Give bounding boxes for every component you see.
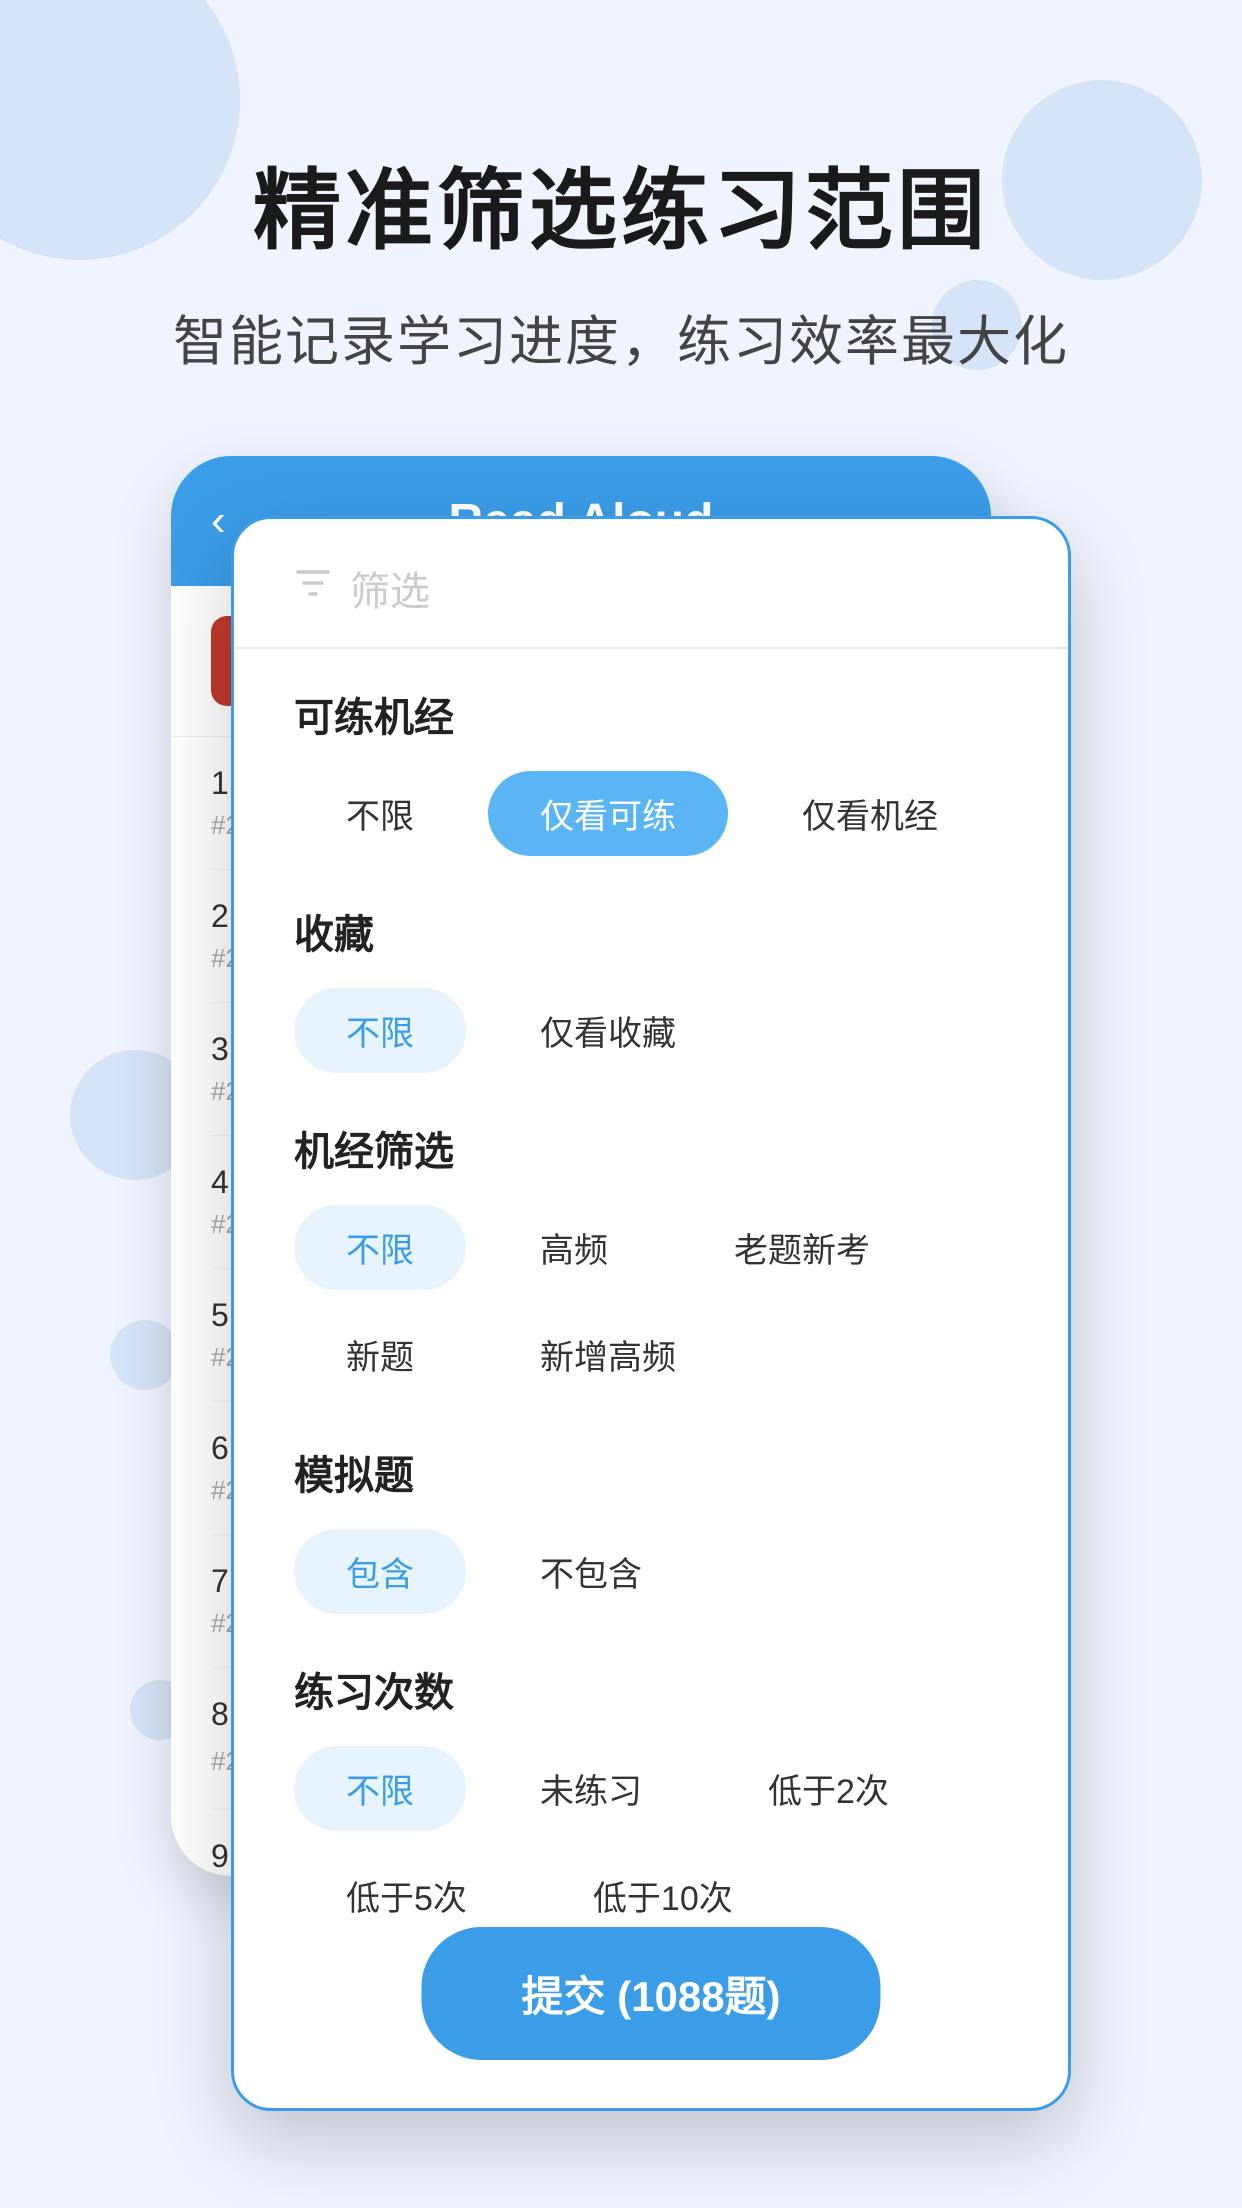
submit-button[interactable]: 提交 (1088题) (421, 1927, 880, 2060)
filter-btn-jinkekelijin[interactable]: 仅看可练 (488, 771, 728, 856)
filter-btn-diyu2[interactable]: 低于2次 (716, 1746, 941, 1831)
filter-btn-xinti[interactable]: 新题 (294, 1312, 466, 1397)
section-title-shoucang: 收藏 (294, 902, 1008, 960)
filter-btn-jinkanji[interactable]: 仅看机经 (750, 771, 990, 856)
filter-header: 筛选 (234, 519, 1068, 648)
filter-btn-diyu10[interactable]: 低于10次 (541, 1853, 785, 1938)
filter-options-moniti: 包含 不包含 (294, 1529, 1008, 1614)
section-title-cishu: 练习次数 (294, 1660, 1008, 1718)
filter-btn-gaopin[interactable]: 高频 (488, 1205, 660, 1290)
phone-container: ‹ Read Aloud RA 已选题目 1. Book ch... #213 … (171, 456, 1071, 2106)
page-header: 精准筛选练习范围 智能记录学习进度，练习效率最大化 (0, 0, 1242, 376)
section-title-kelijing: 可练机经 (294, 685, 1008, 743)
filter-btn-buxian[interactable]: 不限 (294, 771, 466, 856)
filter-options-shoucang: 不限 仅看收藏 (294, 988, 1008, 1073)
filter-btn-jinkanshoucang[interactable]: 仅看收藏 (488, 988, 728, 1073)
filter-btn-buxian-jj[interactable]: 不限 (294, 1205, 466, 1290)
filter-options-cishu: 不限 未练习 低于2次 低于5次 低于10次 (294, 1746, 1008, 1938)
filter-btn-diyu5[interactable]: 低于5次 (294, 1853, 519, 1938)
filter-section-cishu: 练习次数 不限 未练习 低于2次 低于5次 低于10次 (234, 1624, 1068, 1938)
page-subtitle: 智能记录学习进度，练习效率最大化 (0, 297, 1242, 376)
filter-btn-baoh[interactable]: 包含 (294, 1529, 466, 1614)
filter-btn-weilian[interactable]: 未练习 (488, 1746, 694, 1831)
filter-btn-bubaoh[interactable]: 不包含 (488, 1529, 694, 1614)
filter-btn-laotixinkao[interactable]: 老题新考 (682, 1205, 922, 1290)
filter-section-jijing: 机经筛选 不限 高频 老题新考 新题 新增高频 (234, 1083, 1068, 1397)
section-title-moniti: 模拟题 (294, 1443, 1008, 1501)
filter-section-moniti: 模拟题 包含 不包含 (234, 1407, 1068, 1614)
filter-modal: 筛选 可练机经 不限 仅看可练 仅看机经 收藏 不限 仅看收藏 机经筛选 不限 (231, 516, 1071, 2111)
back-icon[interactable]: ‹ (211, 496, 226, 546)
page-title: 精准筛选练习范围 (0, 140, 1242, 267)
filter-icon (294, 564, 332, 612)
filter-options-kelijing: 不限 仅看可练 仅看机经 (294, 771, 1008, 856)
section-title-jijing: 机经筛选 (294, 1119, 1008, 1177)
filter-btn-buxian-sc[interactable]: 不限 (294, 988, 466, 1073)
filter-section-shoucang: 收藏 不限 仅看收藏 (234, 866, 1068, 1073)
filter-options-jijing: 不限 高频 老题新考 新题 新增高频 (294, 1205, 1008, 1397)
filter-btn-xinzenggaopin[interactable]: 新增高频 (488, 1312, 728, 1397)
bg-decoration-circle-5 (110, 1320, 180, 1390)
filter-label-text: 筛选 (350, 559, 430, 617)
filter-btn-buxian-cs[interactable]: 不限 (294, 1746, 466, 1831)
filter-section-kelijing: 可练机经 不限 仅看可练 仅看机经 (234, 649, 1068, 856)
